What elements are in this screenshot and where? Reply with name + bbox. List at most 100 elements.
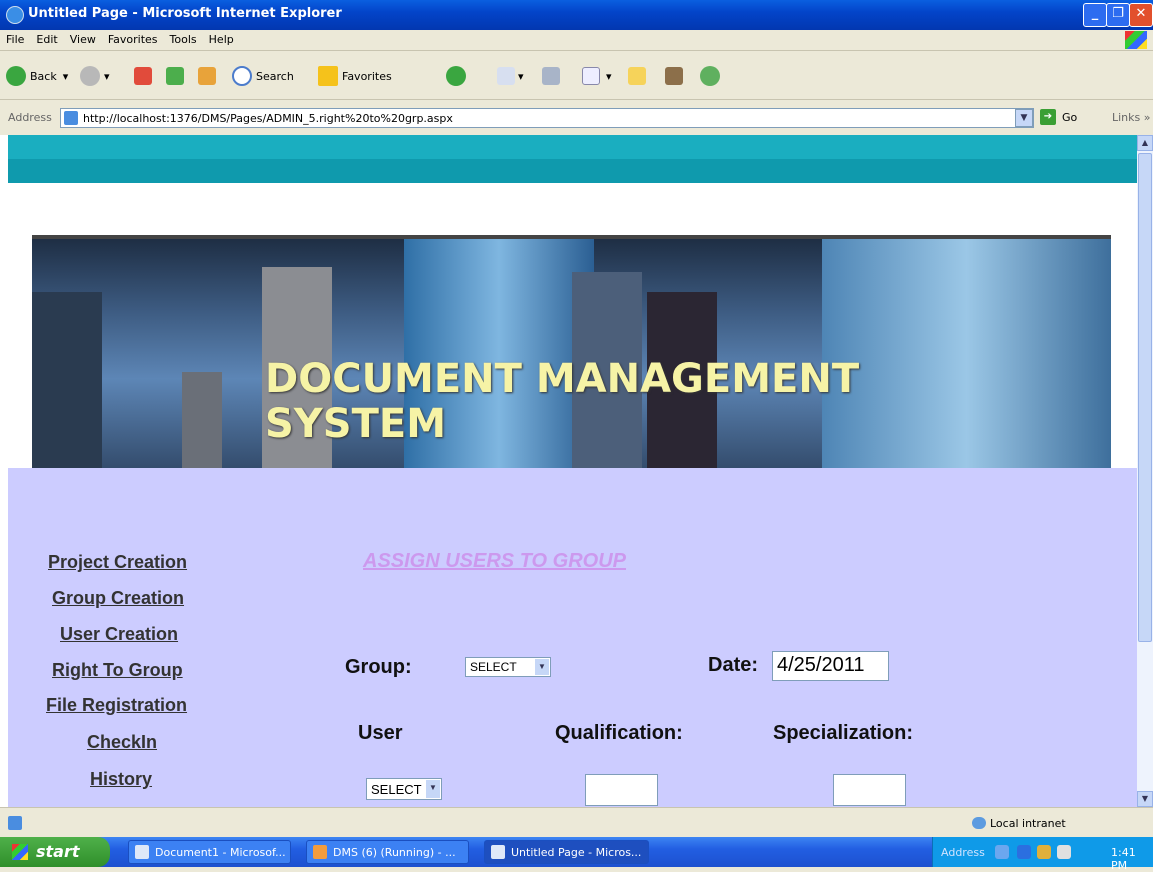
back-arrow-icon <box>6 66 26 86</box>
discuss-button[interactable] <box>628 65 646 87</box>
specialization-field[interactable] <box>833 774 906 806</box>
tray-address-label[interactable]: Address <box>941 846 985 859</box>
nav-user-creation[interactable]: User Creation <box>60 624 178 645</box>
visual-studio-icon <box>313 845 327 859</box>
nav-project-creation[interactable]: Project Creation <box>48 552 187 573</box>
home-icon <box>198 67 216 85</box>
nav-checkin[interactable]: CheckIn <box>87 732 157 753</box>
stop-icon <box>134 67 152 85</box>
edit-button[interactable]: ▾ <box>582 65 612 87</box>
forward-arrow-icon <box>80 66 100 86</box>
menu-favorites[interactable]: Favorites <box>102 30 164 49</box>
close-button[interactable]: ✕ <box>1129 3 1153 27</box>
main-content: Project Creation Group Creation User Cre… <box>8 468 1137 807</box>
nav-history[interactable]: History <box>90 769 152 790</box>
minimize-button[interactable]: _ <box>1083 3 1107 27</box>
scroll-down-button[interactable]: ▼ <box>1137 791 1153 807</box>
address-input[interactable]: http://localhost:1376/DMS/Pages/ADMIN_5.… <box>60 108 1034 128</box>
chevron-down-icon: ▼ <box>426 780 440 798</box>
group-select[interactable]: SELECT ▼ <box>465 657 551 677</box>
messenger-icon <box>700 66 720 86</box>
tray-nav-icon[interactable] <box>995 845 1009 859</box>
nav-right-to-group[interactable]: Right To Group <box>52 660 183 681</box>
messenger-button[interactable] <box>700 65 724 87</box>
ie-app-icon <box>491 845 505 859</box>
research-button[interactable] <box>665 65 683 87</box>
user-select-value: SELECT <box>371 781 422 797</box>
mail-icon <box>497 67 515 85</box>
taskbar-item-label: Untitled Page - Micros... <box>511 845 642 859</box>
header-strip-bottom <box>8 159 1137 183</box>
back-button[interactable]: Back ▾ <box>6 65 68 87</box>
menu-help[interactable]: Help <box>203 30 240 49</box>
taskbar-item-ie[interactable]: Untitled Page - Micros... <box>484 840 649 864</box>
links-button[interactable]: Links » <box>1112 111 1151 124</box>
mail-button[interactable]: ▾ <box>497 65 524 87</box>
banner-title: DOCUMENT MANAGEMENT SYSTEM <box>265 357 859 447</box>
history-button[interactable] <box>446 65 470 87</box>
system-tray: Address 1:41 PM <box>932 837 1153 872</box>
word-app-icon <box>135 845 149 859</box>
address-bar: Address http://localhost:1376/DMS/Pages/… <box>0 100 1153 134</box>
links-label: Links <box>1112 111 1141 124</box>
forward-button[interactable]: ▾ <box>80 65 110 87</box>
restore-button[interactable]: ❐ <box>1106 3 1130 27</box>
go-button[interactable]: Go <box>1062 111 1077 124</box>
date-label: Date: <box>708 654 759 676</box>
print-icon <box>542 67 560 85</box>
page-status-icon <box>8 816 22 830</box>
go-arrow-icon[interactable]: ➔ <box>1040 109 1056 125</box>
menu-edit[interactable]: Edit <box>30 30 63 49</box>
status-bar: Local intranet <box>0 807 1153 838</box>
header-strip-top <box>8 135 1137 159</box>
toolbar: Back ▾ ▾ Search Favorites ▾ ▾ <box>0 51 1153 100</box>
user-label: User <box>358 722 403 744</box>
print-button[interactable] <box>542 65 560 87</box>
nav-file-registration[interactable]: File Registration <box>46 695 187 716</box>
favorites-label: Favorites <box>342 69 392 83</box>
nav-group-creation[interactable]: Group Creation <box>52 588 184 609</box>
stop-button[interactable] <box>134 65 152 87</box>
zone-label: Local intranet <box>990 817 1066 830</box>
research-icon <box>665 67 683 85</box>
address-label: Address <box>8 111 52 124</box>
folder-icon <box>628 67 646 85</box>
taskbar-item-label: Document1 - Microsof... <box>155 845 286 859</box>
vertical-scrollbar[interactable]: ▲ ▼ <box>1137 135 1153 807</box>
volume-icon[interactable] <box>1057 845 1071 859</box>
menu-tools[interactable]: Tools <box>164 30 203 49</box>
back-label: Back <box>30 69 57 83</box>
word-icon <box>582 67 600 85</box>
taskbar-item-vs[interactable]: DMS (6) (Running) - ... <box>306 840 469 864</box>
window-title-bar: Untitled Page - Microsoft Internet Explo… <box>0 0 1153 30</box>
scroll-thumb[interactable] <box>1138 153 1152 642</box>
scroll-up-button[interactable]: ▲ <box>1137 135 1153 151</box>
banner-image: DOCUMENT MANAGEMENT SYSTEM <box>32 235 1111 472</box>
clock: 1:41 PM <box>1111 846 1136 872</box>
taskbar: start Document1 - Microsof... DMS (6) (R… <box>0 837 1153 872</box>
menu-file[interactable]: File <box>0 30 30 49</box>
qualification-field[interactable] <box>585 774 658 806</box>
refresh-icon <box>166 67 184 85</box>
windows-logo-icon <box>1125 31 1147 49</box>
start-button[interactable]: start <box>0 837 110 867</box>
home-button[interactable] <box>198 65 216 87</box>
network-icon[interactable] <box>1017 845 1031 859</box>
address-url: http://localhost:1376/DMS/Pages/ADMIN_5.… <box>83 112 453 125</box>
date-field[interactable]: 4/25/2011 <box>772 651 889 681</box>
refresh-button[interactable] <box>166 65 184 87</box>
star-icon <box>318 66 338 86</box>
address-dropdown-button[interactable]: ▼ <box>1015 109 1033 127</box>
search-button[interactable]: Search <box>232 65 294 87</box>
menu-view[interactable]: View <box>64 30 102 49</box>
security-icon[interactable] <box>1037 845 1051 859</box>
taskbar-item-word[interactable]: Document1 - Microsof... <box>128 840 291 864</box>
user-select[interactable]: SELECT ▼ <box>366 778 442 800</box>
window-title: Untitled Page - Microsoft Internet Explo… <box>28 6 342 21</box>
intranet-icon <box>972 817 986 829</box>
page-heading: ASSIGN USERS TO GROUP <box>363 550 627 572</box>
page-viewport: DOCUMENT MANAGEMENT SYSTEM Project Creat… <box>0 135 1137 807</box>
favorites-button[interactable]: Favorites <box>318 65 392 87</box>
taskbar-item-label: DMS (6) (Running) - ... <box>333 845 456 859</box>
banner-title-line2: SYSTEM <box>265 401 446 447</box>
